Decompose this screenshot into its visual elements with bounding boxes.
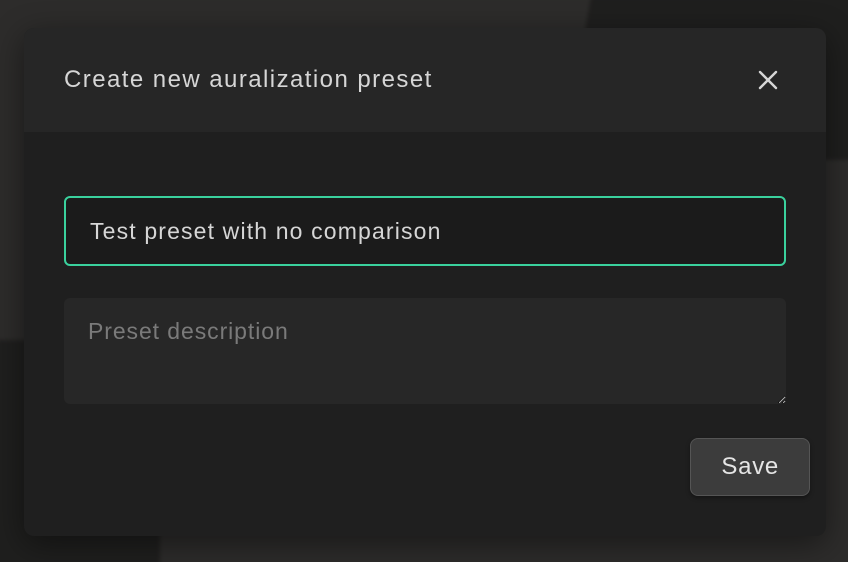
save-button[interactable]: Save: [690, 438, 810, 496]
close-button[interactable]: [750, 62, 786, 98]
close-icon: [756, 68, 780, 92]
create-preset-modal: Create new auralization preset Save: [24, 28, 826, 536]
preset-name-input[interactable]: [64, 196, 786, 266]
preset-description-input[interactable]: [64, 298, 786, 404]
modal-title: Create new auralization preset: [64, 66, 433, 94]
modal-header: Create new auralization preset: [24, 28, 826, 132]
modal-footer: Save: [24, 438, 826, 536]
modal-body: [24, 132, 826, 438]
